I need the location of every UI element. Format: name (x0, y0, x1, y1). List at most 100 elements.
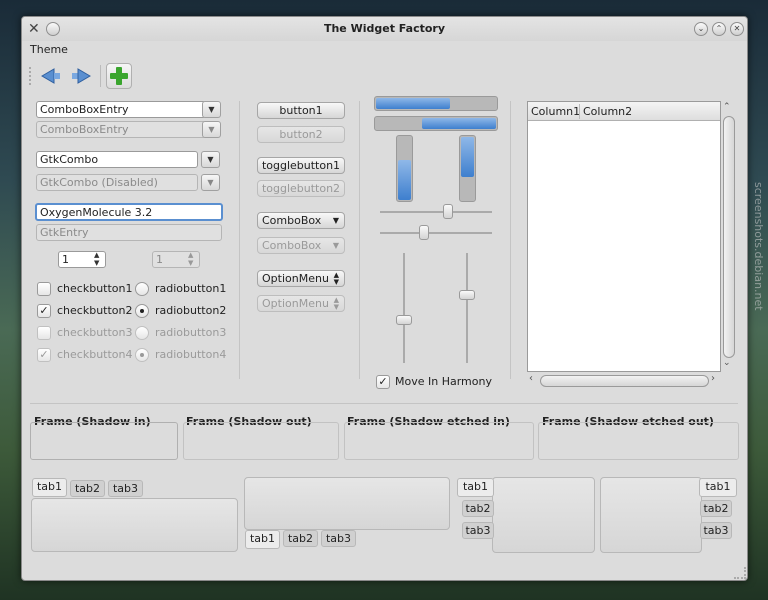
button-2: button2 (257, 126, 345, 143)
notebook-left-tab1[interactable]: tab1 (457, 478, 494, 497)
gtk-combo-arrow[interactable]: ▼ (201, 151, 220, 168)
tree-column-2[interactable]: Column2 (583, 105, 632, 118)
optionmenu-disabled-arrows-icon: ▲ ▼ (333, 296, 339, 311)
togglebutton-2: togglebutton2 (257, 180, 345, 197)
combobox-disabled-arrow-icon: ▼ (332, 241, 339, 250)
text-entry-disabled: GtkEntry (36, 224, 222, 241)
forward-icon[interactable] (70, 67, 92, 88)
tree-column-1[interactable]: Column1 (531, 105, 580, 118)
radio-4-label: radiobutton4 (155, 348, 227, 361)
notebook-left-tab3[interactable]: tab3 (462, 522, 494, 539)
checkbox-2-label: checkbutton2 (57, 304, 133, 317)
notebook-right-tab3[interactable]: tab3 (700, 522, 732, 539)
vscale-2-handle[interactable] (459, 290, 475, 300)
vscale-1-track[interactable] (403, 253, 405, 363)
notebook-bottom-tab1[interactable]: tab1 (245, 530, 280, 549)
combobox[interactable]: ComboBox ▼ (257, 212, 345, 229)
menu-theme[interactable]: Theme (30, 43, 68, 56)
optionmenu-label: OptionMenu (262, 272, 329, 285)
tree-view[interactable]: Column1 Column2 (527, 101, 721, 372)
main-window: ✕ The Widget Factory ⌄ ⌃ ✕ Theme ComboBo… (21, 16, 748, 581)
resize-grip-icon[interactable] (734, 567, 746, 579)
combobox-entry[interactable]: ComboBoxEntry (36, 101, 206, 118)
progressbar-v1 (396, 135, 413, 202)
horizontal-separator (30, 403, 738, 404)
minimize-button[interactable]: ⌄ (694, 22, 708, 36)
notebook-top-pane (31, 498, 238, 552)
notebook-right-tab1[interactable]: tab1 (699, 478, 737, 497)
gtk-combo[interactable]: GtkCombo (36, 151, 198, 168)
progressbar-v2 (459, 135, 476, 202)
notebook-left-pane (492, 477, 595, 553)
checkbox-1-label: checkbutton1 (57, 282, 133, 295)
notebook-bottom-pane (244, 477, 450, 530)
radio-1[interactable] (135, 282, 149, 296)
hscale-1-track[interactable] (380, 211, 492, 213)
toolbar-grip[interactable] (29, 67, 31, 85)
radio-2[interactable] (135, 304, 149, 318)
checkbox-1[interactable] (37, 282, 51, 296)
notebook-top-tab2[interactable]: tab2 (70, 480, 105, 497)
window-title: The Widget Factory (323, 22, 446, 35)
tree-vscrollbar[interactable] (723, 116, 735, 358)
notebook-bottom-tab2[interactable]: tab2 (283, 530, 318, 547)
tree-vscroll-up-icon[interactable]: ⌃ (723, 102, 731, 112)
vscale-2-track[interactable] (466, 253, 468, 363)
notebook-bottom-tab3[interactable]: tab3 (321, 530, 356, 547)
add-icon[interactable] (106, 63, 132, 89)
notebook-top-tab1[interactable]: tab1 (32, 478, 67, 497)
notebook-top-tab3[interactable]: tab3 (108, 480, 143, 497)
radio-1-label: radiobutton1 (155, 282, 227, 295)
optionmenu-disabled: OptionMenu ▲ ▼ (257, 295, 345, 312)
radio-2-label: radiobutton2 (155, 304, 227, 317)
notebook-right-pane (600, 477, 702, 553)
spin-arrows-icon[interactable]: ▲ ▼ (94, 251, 99, 267)
tree-hscroll-right-icon[interactable]: › (711, 373, 715, 384)
progressbar-h2 (374, 116, 498, 131)
frame-etched-in (344, 422, 534, 460)
togglebutton-1[interactable]: togglebutton1 (257, 157, 345, 174)
move-in-harmony-label: Move In Harmony (395, 375, 492, 388)
back-icon[interactable] (40, 67, 62, 88)
combobox-entry-disabled-arrow: ▼ (202, 121, 221, 138)
titlebar[interactable]: ✕ The Widget Factory ⌄ ⌃ ✕ (22, 17, 747, 41)
progressbar-v1-fill (398, 160, 411, 200)
menubar: Theme (22, 41, 747, 61)
optionmenu-arrows-icon: ▲ ▼ (333, 271, 339, 286)
checkbox-4-label: checkbutton4 (57, 348, 133, 361)
checkbox-2[interactable]: ✓ (37, 304, 51, 318)
radio-3 (135, 326, 149, 340)
maximize-button[interactable]: ⌃ (712, 22, 726, 36)
toolbar-separator (100, 65, 101, 87)
combobox-entry-disabled: ComboBoxEntry (36, 121, 206, 138)
notebook-left-tab2[interactable]: tab2 (462, 500, 494, 517)
frame-shadow-out (183, 422, 339, 460)
combobox-label: ComboBox (262, 214, 322, 227)
combobox-entry-arrow[interactable]: ▼ (202, 101, 221, 118)
optionmenu-disabled-label: OptionMenu (262, 297, 329, 310)
hscale-2-handle[interactable] (419, 225, 429, 240)
column-separator-1 (239, 101, 240, 379)
frame-shadow-in (30, 422, 178, 460)
combobox-arrow-icon: ▼ (332, 216, 339, 225)
spin-disabled-arrows-icon: ▲ ▼ (188, 251, 194, 267)
watermark: screenshots.debian.net (752, 182, 765, 311)
close-button[interactable]: ✕ (730, 22, 744, 36)
move-in-harmony-checkbox[interactable]: ✓ (376, 375, 390, 389)
progressbar-h1-fill (376, 98, 450, 109)
tree-header-divider (579, 104, 580, 119)
notebook-right-tab2[interactable]: tab2 (700, 500, 732, 517)
hscale-2-track[interactable] (380, 232, 492, 234)
hscale-1-handle[interactable] (443, 204, 453, 219)
tree-hscrollbar[interactable] (540, 375, 709, 387)
column-separator-3 (510, 101, 511, 379)
button-1[interactable]: button1 (257, 102, 345, 119)
checkbox-3 (37, 326, 51, 340)
text-entry[interactable]: OxygenMolecule 3.2 (35, 203, 223, 221)
optionmenu[interactable]: OptionMenu ▲ ▼ (257, 270, 345, 287)
progressbar-h1 (374, 96, 498, 111)
combobox-disabled: ComboBox ▼ (257, 237, 345, 254)
tree-vscroll-down-icon[interactable]: ⌄ (723, 358, 731, 368)
vscale-1-handle[interactable] (396, 315, 412, 325)
tree-hscroll-left-icon[interactable]: ‹ (529, 373, 533, 384)
